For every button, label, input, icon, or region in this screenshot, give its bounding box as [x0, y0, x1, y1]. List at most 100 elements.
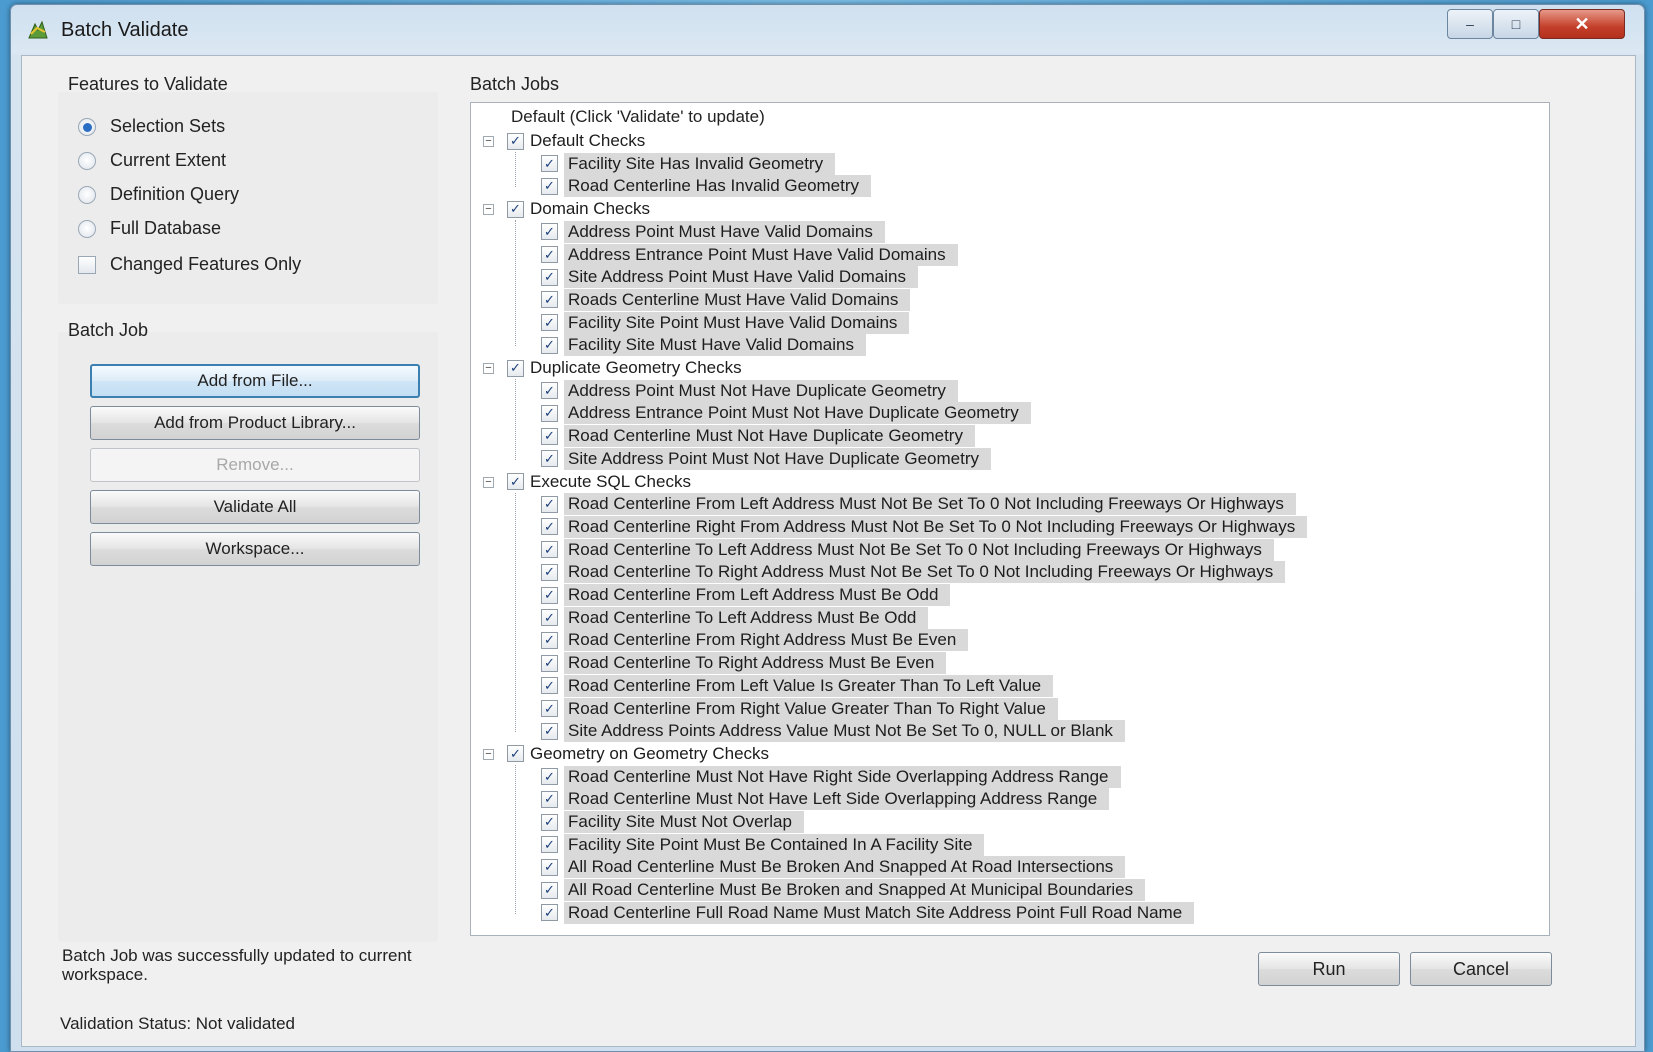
item-checkbox[interactable]: ✓ — [541, 836, 558, 854]
tree-check-item[interactable]: ✓ Road Centerline From Left Address Must … — [541, 584, 951, 606]
radio-button[interactable] — [78, 151, 96, 170]
group-checkbox[interactable]: ✓ — [507, 359, 524, 377]
item-checkbox[interactable]: ✓ — [541, 382, 558, 400]
item-checkbox[interactable]: ✓ — [541, 768, 558, 786]
collapse-icon[interactable]: − — [483, 363, 494, 374]
workspace-button[interactable]: Workspace... — [90, 532, 420, 566]
changed-features-only-checkbox[interactable]: Changed Features Only — [78, 254, 301, 275]
tree-check-item[interactable]: ✓ Road Centerline From Left Address Must … — [541, 493, 1296, 516]
cancel-button[interactable]: Cancel — [1410, 952, 1552, 986]
item-checkbox[interactable]: ✓ — [541, 586, 558, 604]
item-checkbox[interactable]: ✓ — [541, 314, 558, 332]
tree-check-item[interactable]: ✓ Facility Site Point Must Have Valid Dom… — [541, 311, 910, 334]
tree-check-item[interactable]: ✓ Facility Site Point Must Be Contained I… — [541, 833, 985, 856]
tree-check-item[interactable]: ✓ Road Centerline To Left Address Must Be… — [541, 606, 929, 629]
tree-check-item[interactable]: ✓ Road Centerline Full Road Name Must Mat… — [541, 901, 1195, 924]
tree-check-item[interactable]: ✓ Road Centerline From Right Value Greate… — [541, 697, 1058, 720]
item-checkbox[interactable]: ✓ — [541, 722, 558, 740]
group-checkbox[interactable]: ✓ — [507, 132, 524, 150]
batch-jobs-tree[interactable]: Default (Click 'Validate' to update) − ✓ D… — [470, 102, 1550, 936]
item-checkbox[interactable]: ✓ — [541, 268, 558, 286]
tree-check-item[interactable]: ✓ Address Point Must Have Valid Domains — [541, 220, 885, 243]
item-checkbox[interactable]: ✓ — [541, 904, 558, 922]
tree-check-item[interactable]: ✓ Road Centerline Must Not Have Duplicate… — [541, 425, 975, 448]
tree-check-item[interactable]: ✓ Address Entrance Point Must Not Have Du… — [541, 402, 1031, 425]
group-checkbox[interactable]: ✓ — [507, 745, 524, 763]
item-checkbox[interactable]: ✓ — [541, 563, 558, 581]
tree-check-item[interactable]: ✓ Site Address Point Must Not Have Duplic… — [541, 447, 992, 470]
item-checkbox[interactable]: ✓ — [541, 223, 558, 241]
item-checkbox[interactable]: ✓ — [541, 336, 558, 354]
add-from-file-button[interactable]: Add from File... — [90, 364, 420, 398]
group-checkbox[interactable]: ✓ — [507, 473, 524, 490]
item-checkbox[interactable]: ✓ — [541, 700, 558, 717]
tree-check-item[interactable]: ✓ Address Point Must Not Have Duplicate G… — [541, 379, 958, 402]
group-checkbox[interactable]: ✓ — [507, 200, 524, 218]
minimize-button[interactable]: – — [1447, 9, 1493, 39]
tree-check-item[interactable]: ✓ Road Centerline From Right Address Must… — [541, 629, 969, 652]
item-checkbox[interactable]: ✓ — [541, 427, 558, 445]
tree-check-item[interactable]: ✓ Facility Site Must Not Overlap — [541, 811, 804, 833]
collapse-icon[interactable]: − — [483, 748, 494, 760]
tree-check-item[interactable]: ✓ Site Address Points Address Value Must … — [541, 720, 1125, 743]
tree-group-row[interactable]: ✓ Domain Checks — [507, 198, 650, 220]
tree-check-item[interactable]: ✓ Facility Site Must Have Valid Domains — [541, 334, 866, 357]
item-checkbox[interactable]: ✓ — [541, 813, 558, 831]
tree-root-label[interactable]: Default (Click 'Validate' to update) — [511, 107, 765, 127]
item-checkbox[interactable]: ✓ — [541, 881, 558, 899]
radio-button[interactable] — [78, 185, 96, 204]
item-checkbox[interactable]: ✓ — [541, 677, 558, 695]
maximize-button[interactable]: □ — [1493, 9, 1539, 39]
title-bar[interactable]: Batch Validate – □ ✕ — [11, 5, 1644, 55]
tree-check-item[interactable]: ✓ Facility Site Has Invalid Geometry — [541, 152, 836, 175]
tree-check-item[interactable]: ✓ Site Address Point Must Have Valid Doma… — [541, 266, 918, 289]
tree-check-item[interactable]: ✓ Road Centerline Must Not Have Right Sid… — [541, 765, 1121, 788]
item-checkbox[interactable]: ✓ — [541, 790, 558, 808]
radio-option-selection-sets[interactable]: Selection Sets — [78, 116, 225, 137]
tree-check-item[interactable]: ✓ Road Centerline To Left Address Must No… — [541, 538, 1274, 561]
tree-check-item[interactable]: ✓ Road Centerline To Right Address Must N… — [541, 561, 1286, 584]
radio-option-definition-query[interactable]: Definition Query — [78, 184, 239, 205]
tree-group-row[interactable]: ✓ Duplicate Geometry Checks — [507, 357, 742, 379]
tree-check-item[interactable]: ✓ Road Centerline From Left Value Is Grea… — [541, 674, 1054, 697]
changed-features-checkbox-box[interactable] — [78, 255, 96, 274]
radio-button[interactable] — [78, 117, 96, 136]
item-checkbox[interactable]: ✓ — [541, 291, 558, 309]
collapse-icon[interactable]: − — [483, 204, 494, 216]
item-checkbox[interactable]: ✓ — [541, 495, 558, 513]
run-button[interactable]: Run — [1258, 952, 1400, 986]
item-checkbox[interactable]: ✓ — [541, 631, 558, 649]
item-checkbox[interactable]: ✓ — [541, 541, 558, 559]
tree-check-item[interactable]: ✓ Roads Centerline Must Have Valid Domain… — [541, 288, 911, 311]
item-checkbox[interactable]: ✓ — [541, 518, 558, 536]
item-checkbox[interactable]: ✓ — [541, 177, 558, 195]
tree-check-item[interactable]: ✓ Road Centerline Must Not Have Left Side… — [541, 788, 1110, 811]
item-checkbox[interactable]: ✓ — [541, 654, 558, 672]
item-checkbox[interactable]: ✓ — [541, 404, 558, 422]
radio-option-current-extent[interactable]: Current Extent — [78, 150, 226, 171]
item-checkbox[interactable]: ✓ — [541, 155, 558, 173]
add-from-product-library-button[interactable]: Add from Product Library... — [90, 406, 420, 440]
validate-all-button[interactable]: Validate All — [90, 490, 420, 524]
tree-group-row[interactable]: ✓ Geometry on Geometry Checks — [507, 743, 769, 765]
close-button[interactable]: ✕ — [1539, 9, 1625, 39]
remove-button[interactable]: Remove... — [90, 448, 420, 482]
tree-item-label: Facility Site Point Must Have Valid Doma… — [564, 311, 910, 334]
collapse-icon[interactable]: − — [483, 136, 494, 147]
radio-option-full-database[interactable]: Full Database — [78, 218, 221, 239]
collapse-icon[interactable]: − — [483, 476, 494, 488]
item-checkbox[interactable]: ✓ — [541, 450, 558, 468]
tree-check-item[interactable]: ✓ Road Centerline Has Invalid Geometry — [541, 175, 872, 198]
item-checkbox[interactable]: ✓ — [541, 246, 558, 263]
tree-check-item[interactable]: ✓ Road Centerline Right From Address Must… — [541, 515, 1308, 538]
tree-group-row[interactable]: ✓ Execute SQL Checks — [507, 471, 691, 493]
tree-group-row[interactable]: ✓ Default Checks — [507, 130, 645, 152]
tree-check-item[interactable]: ✓ Address Entrance Point Must Have Valid … — [541, 243, 958, 266]
item-checkbox[interactable]: ✓ — [541, 858, 558, 876]
tree-check-item[interactable]: ✓ Road Centerline To Right Address Must B… — [541, 652, 947, 675]
tree-check-item[interactable]: ✓ All Road Centerline Must Be Broken And … — [541, 856, 1126, 879]
radio-button[interactable] — [78, 219, 96, 238]
dialog-client-area: Features to Validate Selection Sets Curre… — [21, 55, 1636, 1047]
tree-check-item[interactable]: ✓ All Road Centerline Must Be Broken and … — [541, 879, 1146, 902]
item-checkbox[interactable]: ✓ — [541, 609, 558, 627]
